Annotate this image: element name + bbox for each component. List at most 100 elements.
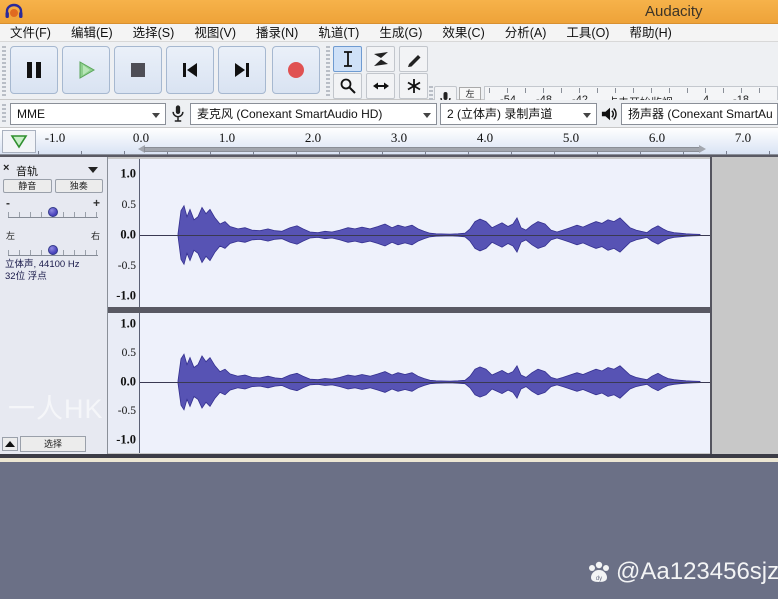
paw-logo-icon: dy [589, 561, 609, 582]
timeline-tick-label: 4.0 [476, 130, 494, 145]
zoom-tool-button[interactable] [333, 73, 362, 99]
audio-host-select[interactable]: MME [10, 103, 166, 125]
solo-button[interactable]: 独奏 [54, 179, 103, 193]
play-button[interactable] [62, 46, 110, 94]
slider-thumb[interactable] [47, 207, 58, 217]
bottom-watermark: dy @Aa123456sjz [586, 558, 778, 586]
track-format-info: 立体声, 44100 Hz 32位 浮点 [5, 259, 79, 283]
vertical-scale-label: -1.0 [116, 288, 136, 303]
mute-button[interactable]: 静音 [3, 179, 52, 193]
triangle-up-icon [5, 441, 15, 447]
timeline-tick-label: 7.0 [734, 130, 752, 145]
audio-host-value: MME [17, 107, 45, 121]
waveform-svg [177, 353, 701, 411]
menu-item-7[interactable]: 效果(C) [432, 24, 494, 42]
skip-to-start-icon [183, 63, 197, 77]
stop-button[interactable] [114, 46, 162, 94]
timeline-options-button[interactable] [2, 130, 36, 153]
recording-device-value: 麦克风 (Conexant SmartAudio HD) [197, 107, 383, 121]
record-button[interactable] [272, 46, 320, 94]
track-rate-label: 立体声, 44100 Hz [5, 259, 80, 270]
envelope-tool-icon [373, 52, 388, 66]
timeline-tick-label: 0.0 [132, 130, 150, 145]
toolbar-grip[interactable] [326, 46, 330, 96]
chevron-down-icon [583, 113, 591, 118]
menu-item-2[interactable]: 选择(S) [123, 24, 185, 42]
menu-item-0[interactable]: 文件(F) [0, 24, 61, 42]
draw-tool-icon [407, 55, 420, 67]
stop-icon [131, 63, 145, 77]
vertical-scale-label: -1.0 [116, 432, 136, 447]
timeline-tick-label: 2.0 [304, 130, 322, 145]
waveform-right-channel[interactable] [140, 313, 710, 453]
recording-device-select[interactable]: 麦克风 (Conexant SmartAudio HD) [190, 103, 437, 125]
vertical-scale-label: 0.5 [121, 347, 136, 359]
gain-minus-label: - [6, 196, 10, 210]
watermark-text: @Aa123456sjz [616, 558, 778, 585]
select-track-button[interactable]: 选择 [20, 436, 86, 452]
timeline-tick-label: 1.0 [218, 130, 236, 145]
vertical-scale-label: 1.0 [120, 166, 136, 181]
quickplay-bar[interactable] [144, 147, 700, 152]
vertical-scale-label: -0.5 [117, 259, 136, 272]
title-bar: Audacity [0, 0, 778, 24]
record-icon [288, 62, 304, 78]
skip-to-end-button[interactable] [218, 46, 266, 94]
panel-watermark: 一人HK [8, 394, 104, 424]
track-name[interactable]: 音轨 [16, 163, 38, 179]
multi-tool-button[interactable] [399, 73, 428, 99]
pause-button[interactable] [10, 46, 58, 94]
track-area: × 音轨 静音 独奏 - + 左 右 立体声, 44100 Hz 32位 浮点 … [0, 155, 778, 460]
playback-device-value: 扬声器 (Conexant SmartAu [628, 107, 773, 121]
timeline-ruler[interactable]: -1.0 0.0 1.0 2.0 3.0 4.0 5.0 6.0 7.0 [38, 128, 778, 155]
timeshift-tool-button[interactable] [366, 73, 395, 99]
vertical-ruler-right-channel[interactable]: 1.0 0.5 0.0 -0.5 -1.0 [108, 313, 140, 453]
svg-text:dy: dy [596, 576, 602, 582]
menu-item-8[interactable]: 分析(A) [495, 24, 557, 42]
recording-channels-value: 2 (立体声) 录制声道 [447, 107, 553, 121]
waveform-svg [177, 204, 701, 266]
menu-bar: 文件(F) 编辑(E) 选择(S) 视图(V) 播录(N) 轨道(T) 生成(G) 效果(C)… [0, 24, 778, 42]
menu-item-3[interactable]: 视图(V) [184, 24, 246, 42]
track-end-border [710, 157, 712, 454]
gain-slider[interactable]: - + [6, 196, 100, 221]
vertical-scale-label: 0.5 [121, 198, 136, 211]
toolbar-grip[interactable] [2, 104, 6, 124]
playback-device-speaker-icon [601, 106, 619, 127]
envelope-tool-button[interactable] [366, 46, 395, 72]
pan-slider[interactable] [6, 237, 100, 259]
track-menu-caret-icon[interactable] [88, 167, 98, 173]
menu-item-1[interactable]: 编辑(E) [61, 24, 123, 42]
selection-tool-button[interactable] [333, 46, 362, 72]
timeline-tick-label: 5.0 [562, 130, 580, 145]
zero-line [140, 235, 710, 236]
menu-item-4[interactable]: 播录(N) [246, 24, 308, 42]
track-control-panel[interactable]: × 音轨 静音 独奏 - + 左 右 立体声, 44100 Hz 32位 浮点 … [0, 157, 108, 454]
track-format-label: 32位 浮点 [5, 271, 47, 282]
close-track-button[interactable]: × [3, 163, 9, 174]
slider-thumb[interactable] [47, 245, 58, 255]
timeshift-tool-icon [372, 82, 389, 90]
menu-item-10[interactable]: 帮助(H) [619, 24, 681, 42]
quickplay-right-arrow-icon [699, 145, 706, 153]
vertical-scale-label: 1.0 [120, 316, 136, 331]
timeline-tick-label: -1.0 [44, 130, 66, 145]
skip-to-end-icon [235, 63, 249, 77]
waveform-left-channel[interactable] [140, 159, 710, 307]
collapse-track-button[interactable] [2, 437, 18, 451]
playback-device-select[interactable]: 扬声器 (Conexant SmartAu [621, 103, 778, 125]
audacity-window: Audacity 文件(F) 编辑(E) 选择(S) 视图(V) 播录(N) 轨道(T) 生… [0, 0, 778, 599]
selection-tool-icon [343, 51, 352, 67]
timeline-tick-label: 3.0 [390, 130, 408, 145]
skip-to-start-button[interactable] [166, 46, 214, 94]
draw-tool-button[interactable] [399, 46, 428, 72]
menu-item-6[interactable]: 生成(G) [369, 24, 432, 42]
recording-channels-select[interactable]: 2 (立体声) 录制声道 [440, 103, 597, 125]
vertical-ruler-left-channel[interactable]: 1.0 0.5 0.0 -0.5 -1.0 [108, 159, 140, 307]
menu-item-9[interactable]: 工具(O) [556, 24, 619, 42]
chevron-down-icon [152, 113, 160, 118]
menu-item-5[interactable]: 轨道(T) [308, 24, 369, 42]
toolbar-grip[interactable] [2, 46, 6, 96]
audacity-logo-icon [4, 3, 24, 21]
multi-tool-icon [407, 79, 420, 93]
